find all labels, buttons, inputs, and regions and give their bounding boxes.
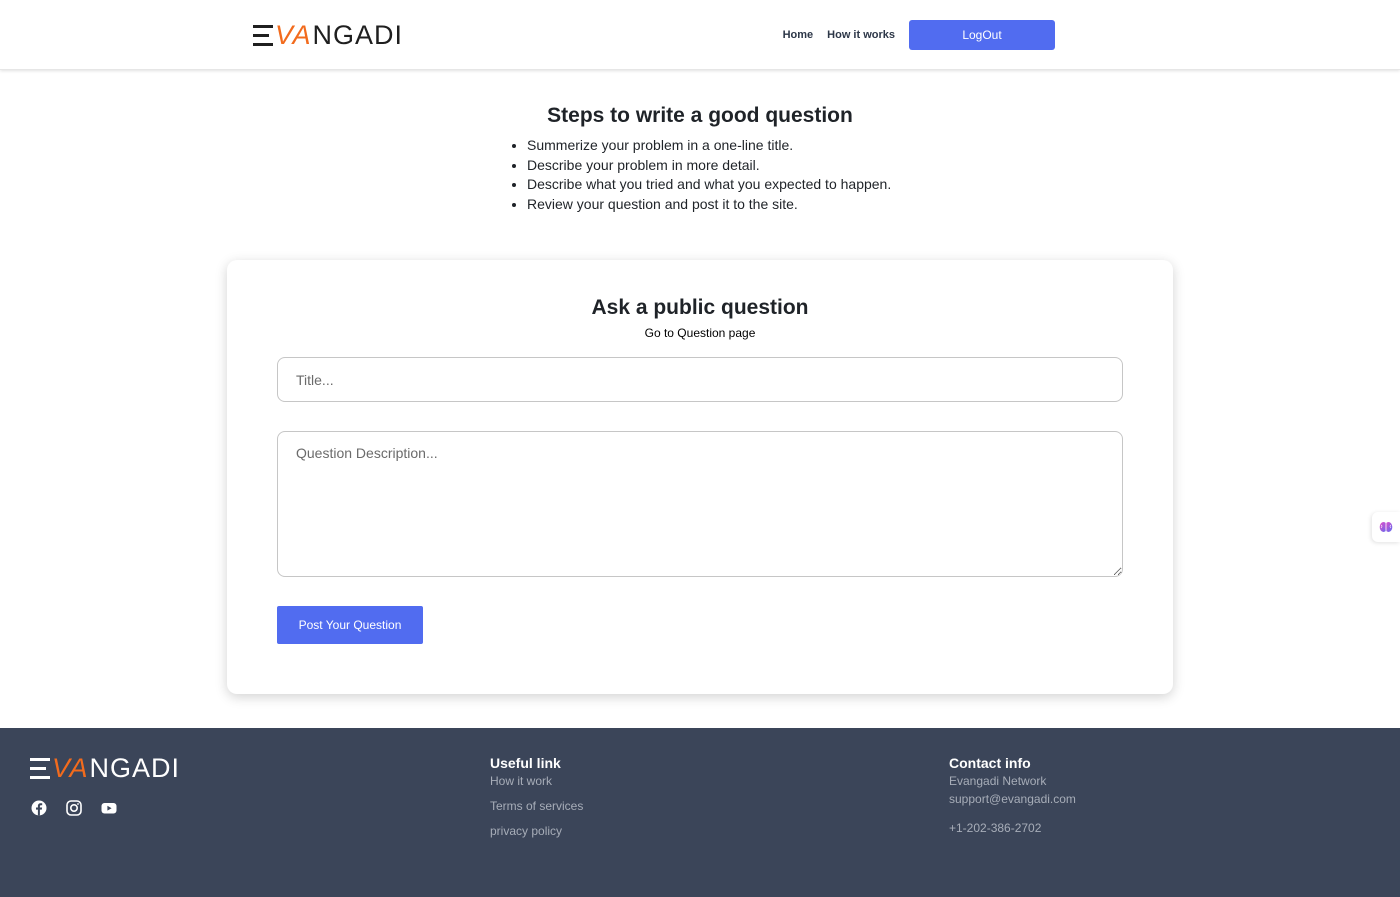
facebook-icon[interactable] bbox=[31, 800, 47, 816]
question-tips: Steps to write a good question Summerize… bbox=[0, 104, 1400, 214]
logout-button[interactable]: LogOut bbox=[909, 20, 1055, 50]
logo-va: VA bbox=[52, 753, 89, 783]
contact-phone-link[interactable]: +1-202-386-2702 bbox=[949, 820, 1076, 836]
useful-links-title: Useful link bbox=[490, 755, 561, 771]
brain-icon bbox=[1379, 522, 1393, 532]
logo-rest: NGADI bbox=[312, 20, 404, 50]
site-header: VA NGADI Home How it works LogOut bbox=[0, 0, 1400, 70]
logo-e-mark bbox=[30, 757, 50, 779]
question-description-input[interactable] bbox=[277, 431, 1123, 577]
site-footer: VA NGADI Useful link How it work Terms o… bbox=[0, 728, 1400, 897]
list-item: Describe what you tried and what you exp… bbox=[527, 175, 911, 195]
steps-list: Summerize your problem in a one-line tit… bbox=[511, 136, 911, 214]
go-to-question-page-link[interactable]: Go to Question page bbox=[227, 326, 1173, 340]
contact-email-link[interactable]: support@evangadi.com bbox=[949, 791, 1076, 807]
list-item: Review your question and post it to the … bbox=[527, 195, 911, 215]
assistant-widget[interactable] bbox=[1372, 512, 1400, 542]
logo-va: VA bbox=[275, 20, 312, 50]
nav-home-link[interactable]: Home bbox=[783, 20, 814, 50]
nav-how-it-works-link[interactable]: How it works bbox=[827, 20, 895, 50]
main-nav: Home How it works LogOut bbox=[783, 20, 1055, 50]
footer-logo[interactable]: VA NGADI bbox=[30, 753, 181, 783]
logo-e-mark bbox=[253, 24, 273, 46]
contact-info-title: Contact info bbox=[949, 755, 1031, 771]
list-item: Describe your problem in more detail. bbox=[527, 156, 911, 176]
ask-question-card: Ask a public question Go to Question pag… bbox=[227, 260, 1173, 694]
evangadi-logo[interactable]: VA NGADI bbox=[253, 20, 404, 50]
instagram-icon[interactable] bbox=[66, 800, 82, 816]
footer-link-how-it-work[interactable]: How it work bbox=[490, 773, 583, 789]
logo-rest: NGADI bbox=[89, 753, 181, 783]
question-title-input[interactable] bbox=[277, 357, 1123, 402]
social-links bbox=[31, 800, 136, 816]
useful-links-column: Useful link How it work Terms of service… bbox=[490, 755, 583, 839]
youtube-icon[interactable] bbox=[101, 800, 117, 816]
ask-title: Ask a public question bbox=[591, 296, 809, 319]
contact-network: Evangadi Network bbox=[949, 774, 1047, 788]
contact-info-column: Contact info Evangadi Network support@ev… bbox=[949, 755, 1076, 836]
post-question-button[interactable]: Post Your Question bbox=[277, 606, 423, 644]
list-item: Summerize your problem in a one-line tit… bbox=[527, 136, 911, 156]
footer-link-privacy[interactable]: privacy policy bbox=[490, 823, 583, 839]
footer-link-terms[interactable]: Terms of services bbox=[490, 798, 583, 814]
steps-title: Steps to write a good question bbox=[547, 104, 853, 127]
